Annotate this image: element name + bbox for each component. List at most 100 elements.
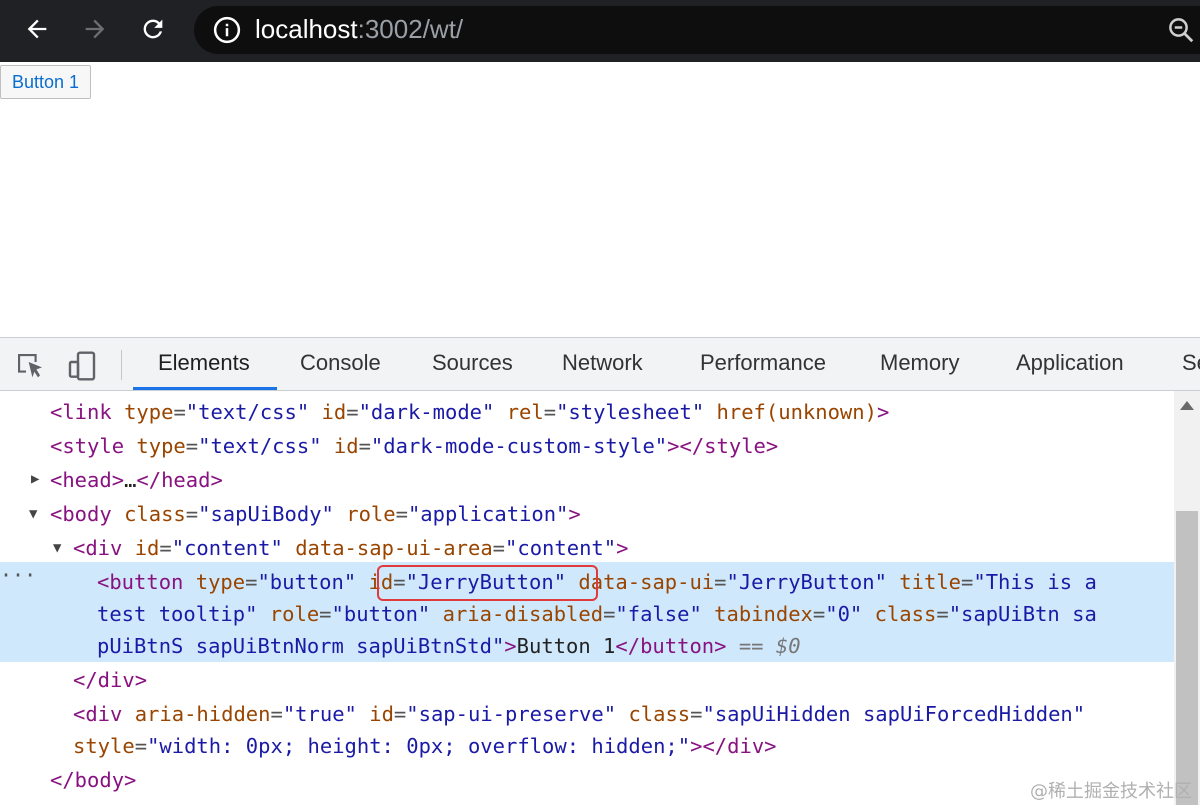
attr-name: href(unknown) — [716, 400, 877, 424]
attr-name: id — [369, 702, 394, 726]
tag: <head> — [50, 468, 125, 492]
info-icon[interactable] — [212, 15, 242, 45]
attr-name: class — [124, 502, 186, 526]
dom-line-style[interactable]: <style type="text/css" id="dark-mode-cus… — [50, 430, 778, 462]
tag: </div> — [73, 668, 148, 692]
id-attribute-highlight — [377, 565, 598, 601]
attr-value: "0" — [825, 602, 863, 626]
collapse-triangle-icon[interactable]: ▼ — [53, 540, 61, 556]
zoom-icon[interactable] — [1166, 15, 1196, 45]
attr-name: type — [124, 400, 174, 424]
attr-name: title — [899, 570, 962, 594]
attr-value: test tooltip" — [97, 602, 258, 626]
attr-value: "button" — [257, 570, 357, 594]
dom-line-link[interactable]: <link type="text/css" id="dark-mode" rel… — [50, 396, 889, 428]
tag: > — [504, 634, 517, 658]
dom-line-div-preserve-cont[interactable]: style="width: 0px; height: 0px; overflow… — [73, 730, 777, 762]
console-ref: $0 — [775, 634, 801, 658]
scroll-thumb[interactable] — [1176, 511, 1198, 805]
dom-line-body-close[interactable]: </body> — [50, 764, 136, 796]
tag: </button> — [615, 634, 727, 658]
attr-name: aria-disabled — [442, 602, 604, 626]
tag: > — [876, 400, 890, 424]
node-actions-ellipsis[interactable]: ··· — [0, 563, 36, 587]
attr-value: "JerryButton" — [726, 570, 887, 594]
dom-line-button-cont-2[interactable]: pUiBtnS sapUiBtnNorm sapUiBtnStd">Button… — [97, 630, 801, 662]
elements-scrollbar[interactable] — [1174, 391, 1200, 805]
sap-button-1[interactable]: Button 1 — [0, 65, 92, 99]
attr-value: "sapUiBtn sa — [948, 602, 1097, 626]
tag: <body — [50, 502, 112, 526]
tag: ></style> — [667, 434, 779, 458]
attr-value: "sap-ui-preserve" — [406, 702, 617, 726]
arrow-right-icon — [85, 19, 105, 39]
reload-button[interactable] — [136, 12, 170, 46]
arrow-left-icon — [27, 19, 47, 39]
inspect-element-icon[interactable] — [14, 350, 46, 382]
dom-line-button-cont-1[interactable]: test tooltip" role="button" aria-disable… — [97, 598, 1097, 630]
tab-network[interactable]: Network — [562, 350, 643, 376]
attr-name: class — [628, 702, 691, 726]
url-path: :3002/wt/ — [357, 14, 464, 44]
attr-value: "stylesheet" — [556, 400, 705, 424]
forward-button[interactable] — [78, 12, 112, 46]
attr-value: "This is a — [973, 570, 1097, 594]
watermark: @稀土掘金技术社区 — [1030, 781, 1192, 802]
tab-console[interactable]: Console — [300, 350, 381, 376]
attr-value: "content" — [171, 536, 283, 560]
attr-name: id — [321, 400, 347, 424]
tab-memory[interactable]: Memory — [880, 350, 959, 376]
attr-name: tabindex — [714, 602, 813, 626]
back-button[interactable] — [20, 12, 54, 46]
tab-sources[interactable]: Sources — [432, 350, 513, 376]
scroll-up-arrow-icon[interactable] — [1180, 401, 1194, 410]
tab-performance[interactable]: Performance — [700, 350, 826, 376]
page-viewport: Button 1 — [0, 62, 1200, 337]
attr-name: data-sap-ui — [578, 570, 715, 594]
console-ref-eq: == — [726, 634, 776, 658]
tag: <button — [97, 570, 184, 594]
reload-icon — [143, 19, 163, 39]
dom-line-head[interactable]: <head>…</head> — [50, 464, 223, 496]
tag: <style — [50, 434, 125, 458]
tag: </head> — [136, 468, 223, 492]
attr-name: type — [195, 570, 246, 594]
attr-name: id — [333, 434, 359, 458]
expand-triangle-icon[interactable]: ▶ — [31, 471, 39, 487]
tab-elements[interactable]: Elements — [158, 350, 250, 376]
tag: ></div> — [690, 734, 777, 758]
dom-line-div-close[interactable]: </div> — [73, 664, 147, 696]
devtools-toolbar: Elements Console Sources Network Perform… — [0, 337, 1200, 391]
attr-value: "width: 0px; height: 0px; overflow: hidd… — [147, 734, 691, 758]
attr-value: "text/css" — [198, 434, 322, 458]
url-host: localhost — [255, 14, 358, 44]
attr-name: role — [269, 602, 320, 626]
attr-value: "dark-mode-custom-style" — [370, 434, 668, 458]
attr-value: "content" — [505, 536, 617, 560]
node-text: Button 1 — [516, 634, 616, 658]
dom-line-div-preserve[interactable]: <div aria-hidden="true" id="sap-ui-prese… — [73, 698, 1085, 730]
tag: <link — [50, 400, 112, 424]
attr-name: role — [346, 502, 396, 526]
attr-value: "dark-mode" — [358, 400, 495, 424]
attr-name: style — [73, 734, 135, 758]
collapsed-ellipsis: … — [124, 468, 137, 492]
toolbar-divider — [121, 350, 122, 380]
dom-line-body[interactable]: <body class="sapUiBody" role="applicatio… — [50, 498, 581, 530]
collapse-triangle-icon[interactable]: ▼ — [29, 506, 37, 522]
device-toolbar-icon[interactable] — [66, 350, 98, 382]
attr-name: id — [134, 536, 160, 560]
tag: <div — [73, 536, 123, 560]
tab-application[interactable]: Application — [1016, 350, 1124, 376]
url-text[interactable]: localhost:3002/wt/ — [255, 12, 463, 46]
tag: </body> — [50, 768, 137, 792]
tab-security[interactable]: Se — [1182, 350, 1200, 376]
attr-value: "true" — [282, 702, 357, 726]
attr-name: data-sap-ui-area — [295, 536, 493, 560]
attr-value: "sapUiBody" — [198, 502, 334, 526]
attr-value: "button" — [331, 602, 431, 626]
attr-name: class — [874, 602, 937, 626]
attr-value: "sapUiHidden sapUiForcedHidden" — [702, 702, 1086, 726]
dom-line-div-content[interactable]: <div id="content" data-sap-ui-area="cont… — [73, 532, 628, 564]
attr-name: rel — [506, 400, 544, 424]
